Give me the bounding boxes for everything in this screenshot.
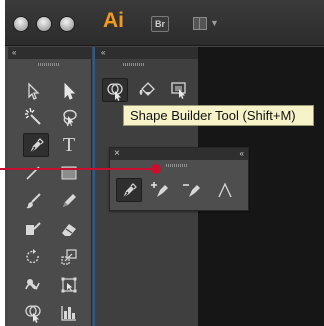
add-anchor-point-tool[interactable] xyxy=(148,178,174,202)
callout-line xyxy=(0,168,156,170)
arrange-grid-icon xyxy=(193,17,207,30)
flyout-header[interactable]: × « xyxy=(110,148,248,160)
shape-builder-tool[interactable] xyxy=(20,301,46,325)
panel-grip[interactable] xyxy=(123,63,145,66)
chevron-down-icon: ▼ xyxy=(210,18,219,28)
bridge-button[interactable]: Br xyxy=(151,16,169,32)
pen-tools-flyout: × « xyxy=(109,147,249,211)
shape-builder-tool[interactable] xyxy=(102,78,128,102)
app-logo: Ai xyxy=(103,9,124,32)
direct-selection-arrow-icon xyxy=(64,82,76,100)
rectangle-tool[interactable] xyxy=(56,161,82,185)
scale-icon xyxy=(61,249,77,265)
lasso-icon xyxy=(63,109,77,127)
pen-icon xyxy=(29,138,44,154)
paintbrush-tool[interactable] xyxy=(20,189,46,213)
rectangle-icon xyxy=(61,166,77,180)
illustrator-window: Ai Br ▼ « T « Shape Builder Tool (Shift+… xyxy=(5,0,324,326)
blob-brush-icon xyxy=(26,222,41,235)
add-anchor-point-icon xyxy=(151,182,168,197)
pen-tool[interactable] xyxy=(23,133,49,157)
delete-anchor-point-tool[interactable] xyxy=(180,178,206,202)
collapse-panel-icon[interactable]: « xyxy=(240,148,244,160)
live-paint-selection-tool[interactable] xyxy=(166,78,192,102)
shape-builder-icon xyxy=(107,83,123,101)
blob-brush-tool[interactable] xyxy=(20,217,46,241)
rotate-tool[interactable] xyxy=(20,245,46,269)
line-segment-tool[interactable] xyxy=(20,161,46,185)
type-icon: T xyxy=(62,134,76,156)
tools-panel: « T xyxy=(8,47,92,326)
tools-panel-header: « xyxy=(8,47,92,59)
shape-builder-icon xyxy=(25,305,41,323)
eraser-tool[interactable] xyxy=(56,217,82,241)
close-icon[interactable]: × xyxy=(114,148,120,160)
collapse-panel-icon[interactable]: « xyxy=(12,48,16,57)
pen-tool[interactable] xyxy=(116,178,142,202)
graph-tool[interactable] xyxy=(56,301,82,325)
rotate-icon xyxy=(26,249,39,264)
live-paint-bucket-icon xyxy=(139,82,155,96)
live-paint-selection-icon xyxy=(171,82,186,99)
type-tool[interactable]: T xyxy=(56,133,82,157)
direct-selection-tool[interactable] xyxy=(56,79,82,103)
eraser-icon xyxy=(62,224,76,236)
close-window-button[interactable] xyxy=(14,17,28,31)
tool-tooltip: Shape Builder Tool (Shift+M) xyxy=(123,105,314,126)
collapse-panel-icon[interactable]: « xyxy=(101,48,105,57)
minimize-window-button[interactable] xyxy=(37,17,51,31)
lasso-tool[interactable] xyxy=(56,105,82,129)
flyout-panel-header: « xyxy=(95,47,198,59)
zoom-window-button[interactable] xyxy=(60,17,74,31)
arrange-documents-button[interactable]: ▼ xyxy=(193,16,219,32)
delete-anchor-point-icon xyxy=(183,184,200,197)
pencil-tool[interactable] xyxy=(56,189,82,213)
magic-wand-tool[interactable] xyxy=(20,105,46,129)
scale-tool[interactable] xyxy=(56,245,82,269)
pen-icon xyxy=(122,183,137,199)
panel-grip[interactable] xyxy=(38,63,60,66)
free-transform-icon xyxy=(61,277,77,293)
title-bar: Ai Br ▼ xyxy=(5,0,324,46)
free-transform-tool[interactable] xyxy=(56,273,82,297)
magic-wand-icon xyxy=(25,107,41,125)
warp-icon xyxy=(25,279,40,290)
selection-tool[interactable] xyxy=(20,79,46,103)
callout-dot xyxy=(151,164,161,174)
line-icon xyxy=(26,166,40,180)
selection-arrow-icon xyxy=(28,82,40,100)
flyout-grip[interactable] xyxy=(166,164,188,167)
warp-tool[interactable] xyxy=(20,273,46,297)
pencil-icon xyxy=(63,194,76,207)
paintbrush-icon xyxy=(26,193,41,209)
convert-anchor-point-tool[interactable] xyxy=(212,178,238,202)
graph-icon xyxy=(61,306,76,321)
convert-anchor-point-icon xyxy=(218,182,232,198)
live-paint-bucket-tool[interactable] xyxy=(134,78,160,102)
